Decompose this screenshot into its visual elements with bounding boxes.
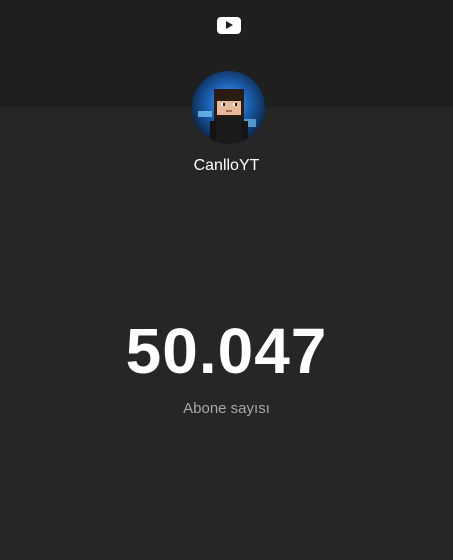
subscriber-count: 50.047	[125, 315, 328, 387]
channel-name: CanlloYT	[193, 157, 260, 174]
subscriber-count-label: Abone sayısı	[183, 400, 270, 417]
youtube-icon[interactable]	[217, 17, 241, 34]
channel-avatar	[192, 71, 265, 144]
